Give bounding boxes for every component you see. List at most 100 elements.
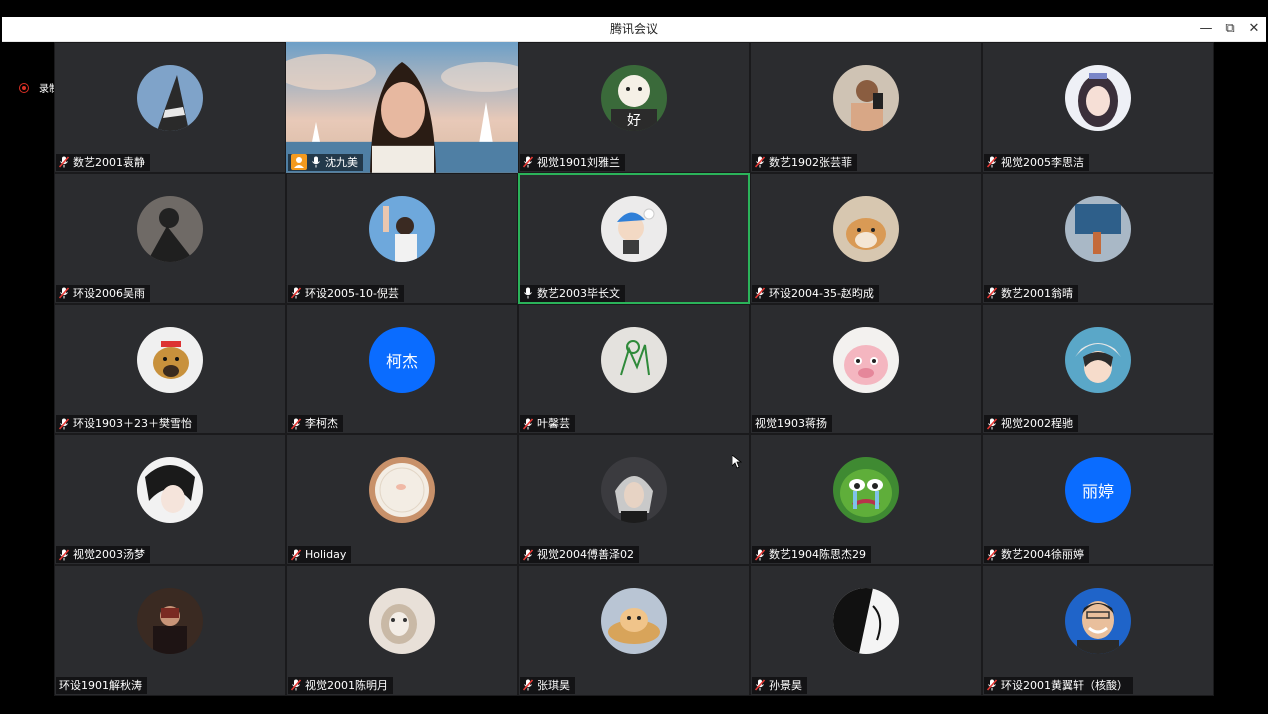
participant-tile[interactable]: 环设2006吴雨 [54, 172, 286, 304]
name-tag: 环设2004-35-赵昀成 [752, 284, 879, 302]
participant-tile[interactable]: 孙景昊 [750, 565, 982, 696]
participant-tile[interactable]: 数艺2003毕长文 [518, 172, 750, 304]
mic-muted-icon [755, 549, 769, 561]
name-tag: 数艺1902张芸菲 [752, 153, 857, 171]
mic-icon [523, 287, 537, 299]
participant-name: Holiday [305, 548, 347, 562]
name-tag: 环设1901解秋涛 [56, 676, 147, 694]
name-tag: 视觉2004傅善泽02 [520, 546, 639, 564]
participant-tile[interactable]: 视觉2001陈明月 [286, 565, 518, 696]
name-tag: 数艺2001袁静 [56, 153, 150, 171]
participant-name: 环设1903＋23＋樊雪怡 [73, 417, 192, 431]
name-tag: 孙景昊 [752, 676, 807, 694]
mic-muted-icon [523, 418, 537, 430]
participant-name: 数艺2003毕长文 [537, 286, 620, 300]
name-tag: 环设2005-10-倪芸 [288, 284, 404, 302]
window-title: 腾讯会议 [609, 22, 658, 36]
participant-tile[interactable]: 数艺2001翁晴 [982, 172, 1214, 304]
participant-tile[interactable]: 环设2001黄翼轩（核酸） [982, 565, 1214, 696]
mic-muted-icon [523, 156, 537, 168]
participant-tile[interactable]: 环设2004-35-赵昀成 [750, 172, 982, 304]
participant-tile[interactable]: 视觉2005李思洁 [982, 42, 1214, 173]
minimize-button[interactable]: — [1194, 17, 1218, 41]
participant-name: 数艺1904陈思杰29 [769, 548, 866, 562]
avatar [833, 195, 899, 262]
name-tag: 环设1903＋23＋樊雪怡 [56, 415, 197, 433]
avatar [601, 457, 667, 524]
mic-muted-icon [987, 549, 1001, 561]
host-icon [291, 154, 307, 171]
avatar [137, 457, 203, 524]
name-tag: 视觉1903蒋扬 [752, 415, 832, 433]
mic-muted-icon [987, 156, 1001, 168]
mic-muted-icon [291, 418, 305, 430]
avatar [369, 588, 435, 655]
participant-name: 环设2006吴雨 [73, 286, 145, 300]
mic-muted-icon [987, 287, 1001, 299]
name-tag: 环设2001黄翼轩（核酸） [984, 676, 1133, 694]
participant-tile[interactable]: 环设1901解秋涛 [54, 565, 286, 696]
name-tag: 数艺1904陈思杰29 [752, 546, 871, 564]
avatar [137, 65, 203, 131]
name-tag: 视觉2003汤梦 [56, 546, 150, 564]
participant-tile[interactable]: 数艺1904陈思杰29 [750, 434, 982, 566]
participant-name: 叶馨芸 [537, 417, 570, 431]
participant-tile[interactable]: 视觉2002程驰 [982, 303, 1214, 435]
participant-tile[interactable]: 沈九美 [286, 42, 518, 173]
name-tag: 视觉2001陈明月 [288, 676, 393, 694]
participant-tile[interactable]: 数艺2001袁静 [54, 42, 286, 173]
participant-tile[interactable]: 视觉1903蒋扬 [750, 303, 982, 435]
svg-text:好: 好 [627, 113, 641, 129]
participant-name: 环设1901解秋涛 [59, 678, 142, 692]
mic-muted-icon [755, 156, 769, 168]
name-tag: 视觉1901刘雅兰 [520, 153, 625, 171]
avatar [369, 457, 435, 524]
participant-name: 视觉1903蒋扬 [755, 417, 827, 431]
name-tag: 沈九美 [288, 153, 363, 171]
avatar [137, 588, 203, 655]
participant-tile[interactable]: 好视觉1901刘雅兰 [518, 42, 750, 173]
restore-button[interactable]: ⧉ [1218, 17, 1242, 41]
participant-name: 视觉2003汤梦 [73, 548, 145, 562]
name-tag: 李柯杰 [288, 415, 343, 433]
mic-muted-icon [987, 679, 1001, 692]
mic-muted-icon [59, 549, 73, 561]
mic-muted-icon [291, 549, 305, 561]
avatar [833, 65, 899, 131]
participant-tile[interactable]: 数艺1902张芸菲 [750, 42, 982, 173]
name-tag: 叶馨芸 [520, 415, 575, 433]
participant-tile[interactable]: 叶馨芸 [518, 303, 750, 435]
participant-tile[interactable]: 视觉2003汤梦 [54, 434, 286, 566]
mic-muted-icon [987, 418, 1001, 430]
name-tag: 视觉2005李思洁 [984, 153, 1089, 171]
mouse-cursor-icon [732, 455, 742, 469]
avatar [1065, 588, 1131, 655]
close-button[interactable]: ✕ [1242, 17, 1266, 41]
participant-tile[interactable]: 视觉2004傅善泽02 [518, 434, 750, 566]
participant-tile[interactable]: 张琪昊 [518, 565, 750, 696]
record-icon [19, 82, 29, 93]
avatar: 好 [601, 65, 667, 131]
name-tag: 数艺2001翁晴 [984, 284, 1078, 302]
participant-tile[interactable]: 柯杰李柯杰 [286, 303, 518, 435]
participant-name: 环设2004-35-赵昀成 [769, 286, 874, 300]
mic-muted-icon [59, 287, 73, 299]
mic-muted-icon [291, 679, 305, 692]
participant-name: 孙景昊 [769, 678, 802, 692]
participant-tile[interactable]: 环设2005-10-倪芸 [286, 172, 518, 304]
avatar [137, 326, 203, 393]
participant-name: 环设2001黄翼轩（核酸） [1001, 678, 1128, 692]
participant-name: 视觉2004傅善泽02 [537, 548, 634, 562]
participant-tile[interactable]: 丽婷 数艺2004徐丽婷 [982, 434, 1214, 566]
avatar [369, 195, 435, 262]
name-tag: 张琪昊 [520, 676, 575, 694]
participant-grid: 数艺2001袁静 沈九美好视觉1901刘雅兰 数艺1902张芸菲 视觉2005李思洁环… [54, 42, 1214, 696]
title-bar: 腾讯会议 — ⧉ ✕ [2, 17, 1266, 42]
mic-muted-icon [523, 679, 537, 692]
participant-name: 视觉2002程驰 [1001, 417, 1073, 431]
avatar: 柯杰 [369, 326, 435, 393]
participant-tile[interactable]: Holiday [286, 434, 518, 566]
mic-muted-icon [755, 287, 769, 299]
participant-name: 李柯杰 [305, 417, 338, 431]
participant-tile[interactable]: 环设1903＋23＋樊雪怡 [54, 303, 286, 435]
